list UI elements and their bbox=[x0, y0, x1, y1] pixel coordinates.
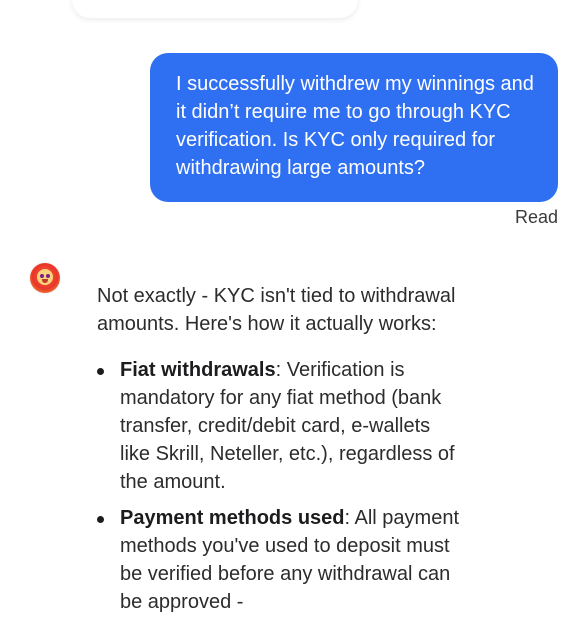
bullet-title: Fiat withdrawals bbox=[120, 359, 276, 381]
bullet-dot-icon bbox=[97, 368, 104, 375]
assistant-message: Not exactly - KYC isn't tied to withdraw… bbox=[97, 282, 477, 624]
avatar-face bbox=[37, 269, 53, 285]
bullet-item-payment-methods: Payment methods used: All payment method… bbox=[97, 504, 460, 616]
bullet-title: Payment methods used bbox=[120, 507, 345, 529]
previous-message-bubble bbox=[72, 0, 358, 18]
user-message-bubble[interactable]: I successfully withdrew my winnings and … bbox=[150, 53, 558, 202]
chat-screen: I successfully withdrew my winnings and … bbox=[0, 0, 588, 640]
avatar-eye-left bbox=[40, 274, 44, 278]
bullet-dot-icon bbox=[97, 516, 104, 523]
assistant-intro-text: Not exactly - KYC isn't tied to withdraw… bbox=[97, 285, 456, 335]
avatar-eye-right bbox=[46, 274, 50, 278]
parrot-avatar-icon bbox=[30, 263, 60, 293]
avatar-beak bbox=[42, 279, 48, 283]
read-receipt: Read bbox=[514, 207, 558, 227]
bullet-item-fiat-withdrawals: Fiat withdrawals: Verification is mandat… bbox=[97, 356, 460, 496]
user-message-text: I successfully withdrew my winnings and … bbox=[176, 73, 534, 179]
assistant-bullet-list: Fiat withdrawals: Verification is mandat… bbox=[97, 356, 477, 616]
